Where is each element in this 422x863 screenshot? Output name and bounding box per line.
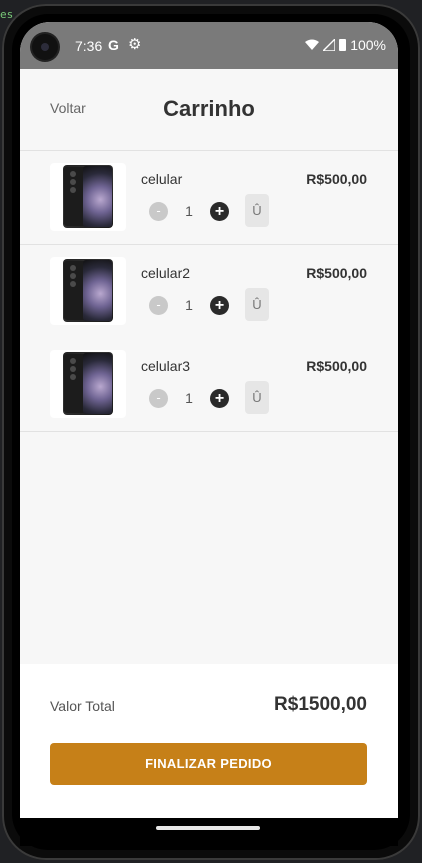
remove-item-button[interactable]: Û	[245, 288, 269, 321]
camera-icon	[32, 34, 58, 60]
battery-icon	[339, 39, 347, 51]
item-price: R$500,00	[306, 265, 367, 281]
smartphone-icon	[63, 165, 113, 228]
quantity-value: 1	[185, 297, 193, 313]
total-value: R$1500,00	[274, 694, 367, 715]
decrease-quantity-button[interactable]: -	[149, 296, 168, 315]
checkout-button[interactable]: FINALIZAR PEDIDO	[50, 743, 367, 785]
cart-item: celular2 R$500,00 - 1 + Û	[20, 245, 398, 339]
cart-footer: Valor Total R$1500,00 FINALIZAR PEDIDO	[20, 664, 398, 818]
remove-item-button[interactable]: Û	[245, 194, 269, 227]
settings-icon: ⚙	[128, 36, 142, 53]
item-price: R$500,00	[306, 358, 367, 374]
increase-quantity-button[interactable]: +	[210, 389, 229, 408]
item-name: celular2	[141, 265, 191, 281]
item-price: R$500,00	[306, 171, 367, 187]
product-image	[50, 257, 126, 325]
item-name: celular3	[141, 358, 191, 374]
total-label: Valor Total	[50, 698, 115, 714]
smartphone-icon	[63, 352, 113, 415]
decrease-quantity-button[interactable]: -	[149, 202, 168, 221]
status-time: 7:36	[75, 38, 103, 54]
page-title: Carrinho	[163, 96, 255, 121]
google-icon: G	[108, 37, 119, 53]
home-indicator[interactable]	[156, 826, 260, 830]
cart-item: celular R$500,00 - 1 + Û	[20, 151, 398, 245]
signal-icon	[323, 39, 336, 51]
item-name: celular	[141, 171, 183, 187]
quantity-value: 1	[185, 390, 193, 406]
quantity-value: 1	[185, 203, 193, 219]
increase-quantity-button[interactable]: +	[210, 202, 229, 221]
app-screen: 7:36 G ⚙ 100% Voltar Carrinho celular R$…	[20, 22, 398, 818]
navigation-bar	[20, 818, 398, 846]
wifi-icon	[305, 39, 320, 50]
cart-item: celular3 R$500,00 - 1 + Û	[20, 338, 398, 432]
increase-quantity-button[interactable]: +	[210, 296, 229, 315]
remove-item-button[interactable]: Û	[245, 381, 269, 414]
smartphone-icon	[63, 259, 113, 322]
battery-percent: 100%	[350, 37, 386, 53]
app-header: Voltar Carrinho	[20, 69, 398, 151]
status-bar: 7:36 G ⚙ 100%	[20, 22, 398, 69]
product-image	[50, 350, 126, 418]
status-icons: 100%	[305, 37, 386, 53]
product-image	[50, 163, 126, 231]
decrease-quantity-button[interactable]: -	[149, 389, 168, 408]
